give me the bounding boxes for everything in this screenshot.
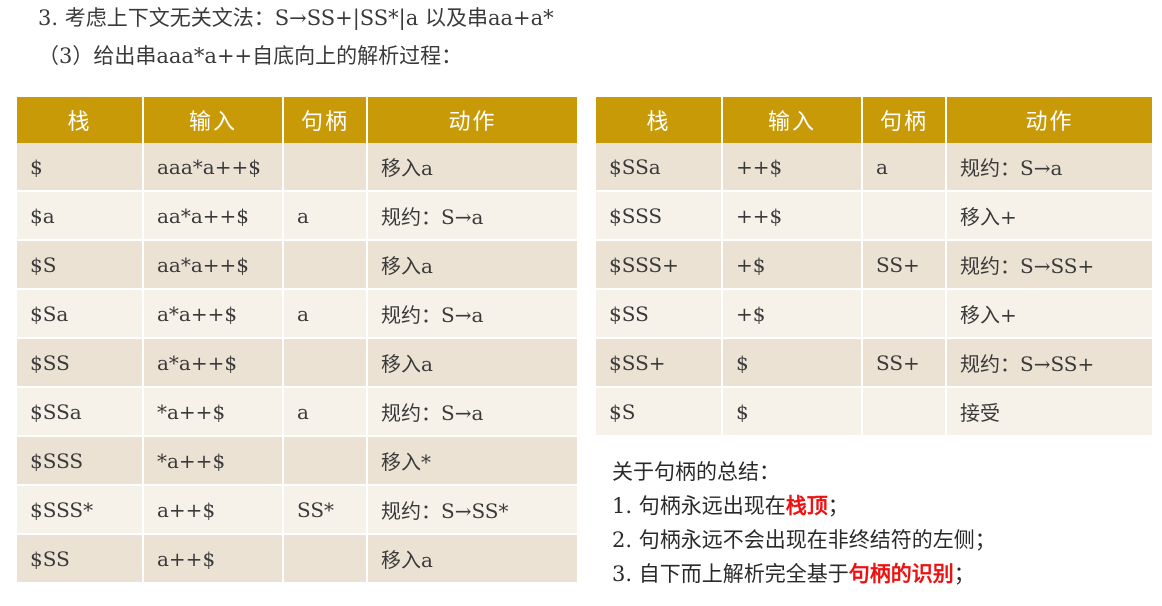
summary-text: 1. 句柄永远出现在 xyxy=(612,494,786,518)
table-row: $S aa*a++$ 移入a xyxy=(17,240,577,290)
stack-cell: $SS xyxy=(596,289,723,339)
problem-statement: 3. 考虑上下文无关文法：S→SS+|SS*|a 以及串aa+a* xyxy=(38,6,554,30)
table-row: $ aaa*a++$ 移入a xyxy=(17,143,577,192)
header-action: 动作 xyxy=(367,97,577,143)
input-cell: *a++$ xyxy=(143,387,284,437)
stack-cell: $SS xyxy=(17,534,144,584)
summary-item-1: 1. 句柄永远出现在栈顶； xyxy=(612,489,996,523)
input-cell: a++$ xyxy=(143,534,284,584)
summary-text: 3. 自下而上解析完全基于 xyxy=(612,562,849,586)
stack-cell: $SSS+ xyxy=(596,240,723,290)
table-row: $SSa *a++$ a 规约：S→a xyxy=(17,387,577,437)
stack-cell: $SSS* xyxy=(17,485,144,535)
summary-text: ； xyxy=(827,494,849,518)
handle-cell xyxy=(862,289,947,339)
stack-cell: $SSS xyxy=(17,436,144,486)
action-cell: 移入a xyxy=(367,534,577,584)
table-row: $a aa*a++$ a 规约：S→a xyxy=(17,191,577,241)
header-input: 输入 xyxy=(143,97,284,143)
input-cell: +$ xyxy=(722,289,863,339)
action-cell: 移入* xyxy=(367,436,577,486)
handle-cell xyxy=(862,191,947,241)
action-cell: 规约：S→SS+ xyxy=(946,338,1152,388)
table-row: $Sa a*a++$ a 规约：S→a xyxy=(17,289,577,339)
handle-cell xyxy=(283,338,368,388)
handle-cell: a xyxy=(283,191,368,241)
stack-cell: $S xyxy=(17,240,144,290)
summary-title: 关于句柄的总结： xyxy=(612,460,780,484)
table-row: $SS +$ 移入+ xyxy=(596,289,1152,339)
input-cell: $ xyxy=(722,338,863,388)
summary-text: ； xyxy=(953,562,975,586)
header-input: 输入 xyxy=(722,97,863,143)
input-cell: *a++$ xyxy=(143,436,284,486)
highlight-handle-recognition: 句柄的识别 xyxy=(848,561,954,586)
action-cell: 移入a xyxy=(367,240,577,290)
input-cell: a*a++$ xyxy=(143,289,284,339)
stack-cell: $SS xyxy=(17,338,144,388)
action-cell: 移入a xyxy=(367,143,577,192)
stack-cell: $ xyxy=(17,143,144,192)
table-row: $SS a*a++$ 移入a xyxy=(17,338,577,388)
table-row: $SSS *a++$ 移入* xyxy=(17,436,577,486)
sub-question: （3）给出串aaa*a++自底向上的解析过程： xyxy=(38,44,463,68)
action-cell: 移入a xyxy=(367,338,577,388)
action-cell: 规约：S→SS+ xyxy=(946,240,1152,290)
handle-cell: a xyxy=(283,289,368,339)
input-cell: a*a++$ xyxy=(143,338,284,388)
handle-cell xyxy=(283,143,368,192)
parse-table-left: 栈 输入 句柄 动作 $ aaa*a++$ 移入a $a aa*a++$ a 规… xyxy=(17,97,577,584)
input-cell: +$ xyxy=(722,240,863,290)
input-cell: $ xyxy=(722,387,863,437)
handle-cell xyxy=(862,387,947,437)
input-cell: ++$ xyxy=(722,143,863,192)
stack-cell: $SSS xyxy=(596,191,723,241)
table-row: $SS a++$ 移入a xyxy=(17,534,577,584)
table-row: $S $ 接受 xyxy=(596,387,1152,437)
header-handle: 句柄 xyxy=(862,97,947,143)
handle-cell: SS+ xyxy=(862,338,947,388)
action-cell: 规约：S→a xyxy=(946,143,1152,192)
table-row: $SSS+ +$ SS+ 规约：S→SS+ xyxy=(596,240,1152,290)
summary-item-2: 2. 句柄永远不会出现在非终结符的左侧； xyxy=(612,528,996,552)
stack-cell: $SSa xyxy=(17,387,144,437)
table-row: $SSa ++$ a 规约：S→a xyxy=(596,143,1152,192)
input-cell: aa*a++$ xyxy=(143,191,284,241)
table-row: $SSS* a++$ SS* 规约：S→SS* xyxy=(17,485,577,535)
table-row: $SSS ++$ 移入+ xyxy=(596,191,1152,241)
stack-cell: $Sa xyxy=(17,289,144,339)
input-cell: aaa*a++$ xyxy=(143,143,284,192)
handle-cell xyxy=(283,534,368,584)
action-cell: 接受 xyxy=(946,387,1152,437)
stack-cell: $a xyxy=(17,191,144,241)
input-cell: a++$ xyxy=(143,485,284,535)
action-cell: 移入+ xyxy=(946,191,1152,241)
action-cell: 规约：S→a xyxy=(367,191,577,241)
action-cell: 规约：S→SS* xyxy=(367,485,577,535)
handle-cell: a xyxy=(283,387,368,437)
stack-cell: $SS+ xyxy=(596,338,723,388)
handle-cell xyxy=(283,240,368,290)
handle-cell: a xyxy=(862,143,947,192)
handle-summary: 关于句柄的总结： 1. 句柄永远出现在栈顶； 2. 句柄永远不会出现在非终结符的… xyxy=(612,455,996,591)
action-cell: 规约：S→a xyxy=(367,289,577,339)
header-stack: 栈 xyxy=(596,97,723,143)
header-action: 动作 xyxy=(946,97,1152,143)
input-cell: aa*a++$ xyxy=(143,240,284,290)
parse-table-right: 栈 输入 句柄 动作 $SSa ++$ a 规约：S→a $SSS ++$ 移入… xyxy=(596,97,1152,437)
summary-item-3: 3. 自下而上解析完全基于句柄的识别； xyxy=(612,557,996,591)
highlight-stack-top: 栈顶 xyxy=(785,493,828,518)
stack-cell: $S xyxy=(596,387,723,437)
header-handle: 句柄 xyxy=(283,97,368,143)
handle-cell xyxy=(283,436,368,486)
handle-cell: SS+ xyxy=(862,240,947,290)
input-cell: ++$ xyxy=(722,191,863,241)
header-stack: 栈 xyxy=(17,97,144,143)
action-cell: 规约：S→a xyxy=(367,387,577,437)
table-row: $SS+ $ SS+ 规约：S→SS+ xyxy=(596,338,1152,388)
action-cell: 移入+ xyxy=(946,289,1152,339)
handle-cell: SS* xyxy=(283,485,368,535)
stack-cell: $SSa xyxy=(596,143,723,192)
